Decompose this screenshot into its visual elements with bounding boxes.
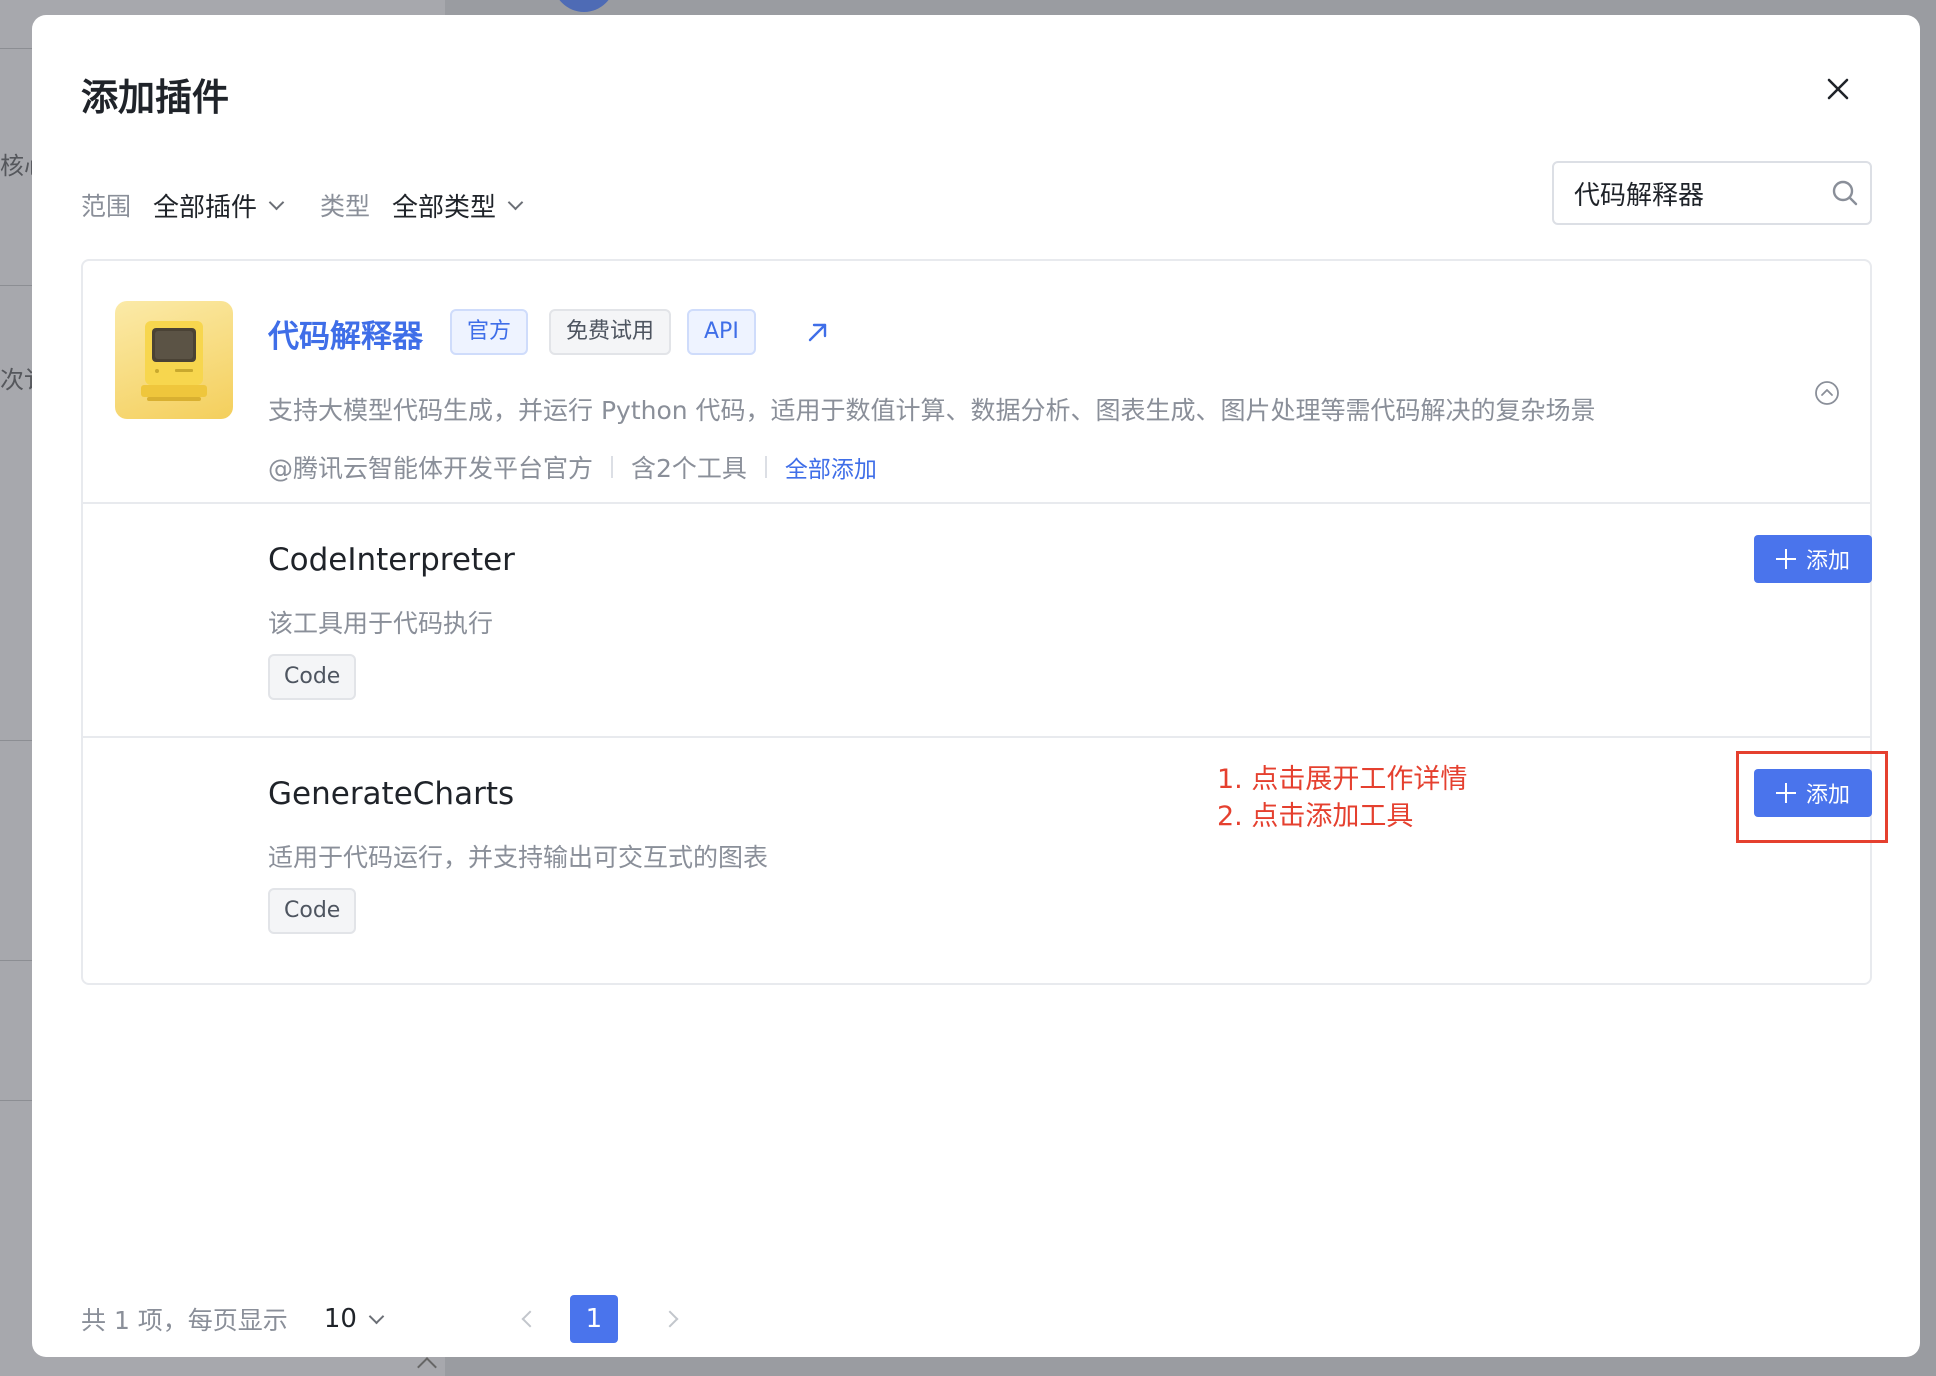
plugin-header: 代码解释器 官方 免费试用 API 支持大模型代码生成，并运行 Python 代…	[83, 261, 1870, 504]
computer-icon	[141, 321, 207, 401]
plugin-name[interactable]: 代码解释器	[268, 311, 423, 356]
tool-name: GenerateCharts	[268, 776, 515, 812]
plus-icon	[1775, 549, 1796, 569]
tool-name: CodeInterpreter	[268, 542, 515, 578]
background-divider	[0, 960, 32, 961]
type-value: 全部类型	[392, 192, 497, 223]
official-tag: 官方	[450, 309, 529, 355]
type-select[interactable]: 全部类型	[392, 187, 524, 224]
chevron-down-icon	[507, 194, 524, 210]
pagination-total: 共 1 项，每页显示	[81, 1306, 288, 1335]
plugin-author: @腾讯云智能体开发平台官方	[268, 454, 594, 483]
divider	[611, 456, 614, 478]
tool-tag: Code	[268, 654, 357, 700]
tool-row: GenerateCharts 适用于代码运行，并支持输出可交互式的图表 Code…	[83, 738, 1888, 985]
chevron-down-icon	[368, 1308, 385, 1324]
scope-label: 范围	[81, 192, 132, 221]
tool-description: 适用于代码运行，并支持输出可交互式的图表	[268, 843, 769, 872]
free-trial-tag: 免费试用	[549, 309, 672, 355]
divider	[764, 456, 767, 478]
scope-value: 全部插件	[153, 192, 258, 223]
close-icon	[1827, 78, 1849, 100]
external-link-icon[interactable]	[805, 319, 831, 345]
plugin-meta: @腾讯云智能体开发平台官方 含2个工具 全部添加	[268, 449, 877, 485]
annotation-line: 1. 点击展开工作详情	[1217, 764, 1468, 795]
background-avatar	[553, 0, 615, 12]
plus-icon	[1775, 783, 1796, 803]
chevron-down-icon	[268, 194, 285, 210]
background-divider	[0, 285, 32, 286]
add-button-label: 添加	[1805, 549, 1850, 574]
scope-select[interactable]: 全部插件	[153, 187, 285, 224]
add-plugin-dialog: 添加插件 范围 全部插件 类型 全部类型 代码解释器 代码解释器 官方 免费试用…	[32, 15, 1920, 1357]
tool-description: 该工具用于代码执行	[268, 609, 494, 638]
collapse-icon[interactable]	[1813, 379, 1841, 407]
page-size-select[interactable]: 10	[323, 1304, 385, 1334]
background-divider	[0, 740, 32, 741]
background-divider	[0, 48, 32, 49]
tool-row: CodeInterpreter 该工具用于代码执行 Code 添加	[83, 504, 1872, 738]
add-tool-button[interactable]: 添加	[1754, 769, 1872, 817]
dialog-title: 添加插件	[81, 76, 229, 119]
api-tag: API	[687, 309, 756, 355]
add-tool-button[interactable]: 添加	[1754, 535, 1872, 583]
chevron-right-icon[interactable]	[661, 1310, 679, 1328]
search-input[interactable]	[1574, 178, 1824, 208]
plugin-card: 代码解释器 官方 免费试用 API 支持大模型代码生成，并运行 Python 代…	[81, 259, 1888, 985]
add-all-link[interactable]: 全部添加	[785, 450, 877, 484]
tool-count: 含2个工具	[631, 454, 747, 483]
close-button[interactable]	[1820, 71, 1856, 107]
page-size-value: 10	[323, 1304, 357, 1334]
background-divider	[0, 1100, 32, 1101]
chevron-left-icon[interactable]	[521, 1310, 539, 1328]
search-icon[interactable]	[1830, 178, 1860, 208]
filter-bar: 范围 全部插件 类型 全部类型	[81, 185, 524, 225]
page-number-button[interactable]: 1	[569, 1295, 618, 1343]
instruction-annotation: 1. 点击展开工作详情 2. 点击添加工具	[1217, 761, 1467, 835]
plugin-logo	[115, 301, 233, 419]
annotation-line: 2. 点击添加工具	[1217, 801, 1414, 832]
tool-tag: Code	[268, 888, 357, 934]
search-field	[1552, 161, 1872, 225]
pagination: 共 1 项，每页显示 10 1	[81, 1295, 679, 1343]
plugin-description: 支持大模型代码生成，并运行 Python 代码，适用于数值计算、数据分析、图表生…	[268, 396, 1596, 425]
type-label: 类型	[320, 192, 371, 221]
add-button-label: 添加	[1805, 783, 1850, 808]
